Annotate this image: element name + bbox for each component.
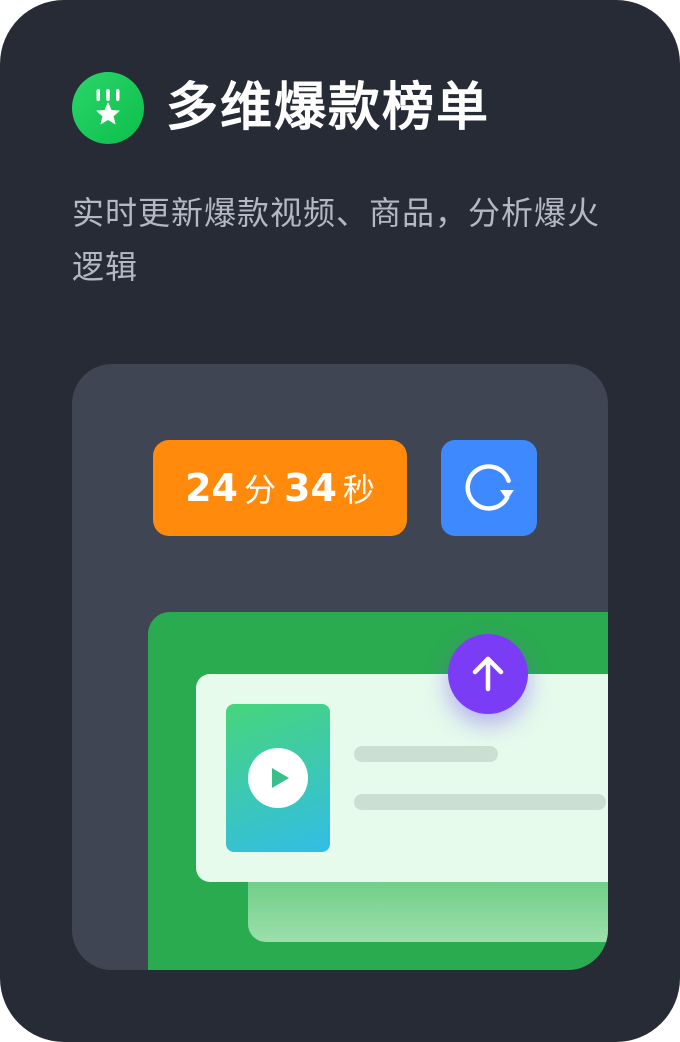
page-title: 多维爆款榜单 — [166, 78, 491, 138]
text-placeholder-line — [354, 746, 498, 762]
arrow-up-icon — [472, 656, 504, 692]
ranking-preview — [148, 612, 608, 970]
text-placeholder-line — [354, 794, 606, 810]
refresh-icon — [465, 464, 514, 511]
play-button[interactable] — [248, 748, 308, 808]
video-thumbnail[interactable] — [226, 704, 330, 852]
timer-seconds-unit: 秒 — [342, 471, 375, 509]
upload-button[interactable] — [448, 634, 528, 714]
timer-seconds: 34 — [284, 466, 337, 510]
feature-description: 实时更新爆款视频、商品，分析爆火逻辑 — [72, 194, 601, 286]
preview-panel: 24 分 34 秒 — [72, 364, 608, 970]
timer-minutes: 24 — [185, 466, 238, 510]
video-list-item[interactable] — [196, 674, 608, 882]
medal-star-icon — [72, 72, 144, 144]
play-icon — [272, 768, 289, 788]
feature-card: 多维爆款榜单 实时更新爆款视频、商品，分析爆火逻辑 24 分 34 秒 — [0, 0, 680, 1042]
countdown-timer: 24 分 34 秒 — [153, 440, 407, 536]
refresh-button[interactable] — [441, 440, 537, 536]
timer-minutes-unit: 分 — [243, 471, 276, 509]
